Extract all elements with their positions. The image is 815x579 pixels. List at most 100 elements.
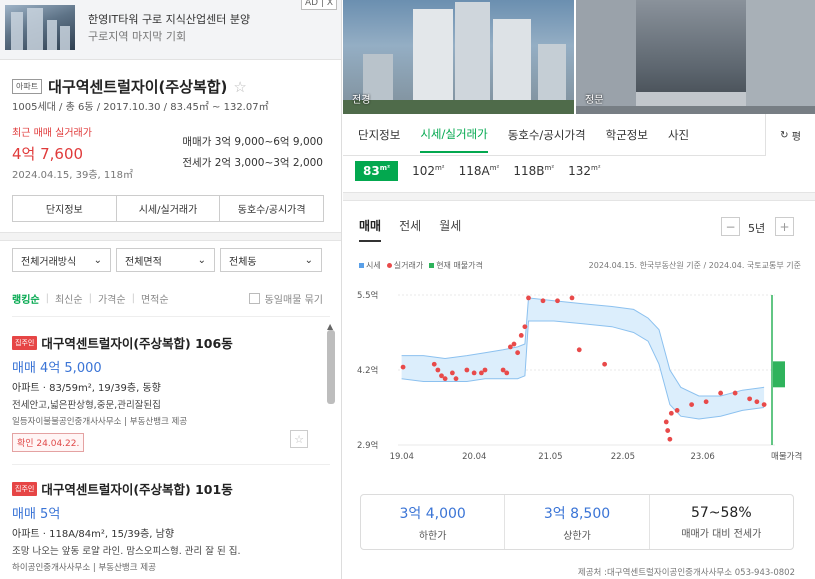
- pyeong-label: 평: [791, 131, 801, 143]
- trade-type-select[interactable]: 전체거래방식 ⌄: [12, 248, 111, 272]
- transaction-point: [703, 399, 709, 405]
- area-unit: m²: [434, 164, 445, 172]
- period-label: 5년: [748, 222, 766, 235]
- sort-area[interactable]: 면적순: [141, 291, 169, 306]
- subtab-jeonse[interactable]: 전세: [399, 217, 421, 242]
- checkbox[interactable]: [248, 293, 260, 304]
- section-divider: [343, 192, 815, 201]
- detail-tabs: 단지정보 시세/실거래가 동호수/공시가격 학군정보 사진: [343, 114, 815, 156]
- tab-school[interactable]: 학군정보: [606, 127, 648, 143]
- area-option-118a[interactable]: 118Am²: [459, 164, 500, 178]
- transaction-point: [761, 402, 767, 408]
- sort-separator: |: [45, 293, 49, 304]
- transaction-point: [482, 367, 488, 373]
- group-same-listings[interactable]: 동일매물 묶기: [248, 291, 323, 306]
- jeonse-range-label: 전세가: [182, 157, 212, 169]
- sort-price[interactable]: 가격순: [98, 291, 126, 306]
- list-item[interactable]: 집주인 대구역센트럴자이(주상복합) 101동 매매 5억 아파트 · 118A/…: [12, 478, 241, 573]
- recent-price: 4억 7,600: [12, 145, 84, 163]
- list-item[interactable]: 집주인 대구역센트럴자이(주상복합) 106동 매매 4억 5,000 아파트 ·…: [12, 332, 233, 452]
- listing-detail: 아파트 · 83/59m², 19/39층, 동향: [12, 383, 161, 394]
- unit-price-button[interactable]: 동호수/공시가격: [220, 196, 323, 221]
- transaction-point: [754, 399, 760, 405]
- zoom-out-button[interactable]: −: [721, 217, 740, 236]
- chevron-down-icon: ⌄: [197, 254, 206, 266]
- listing-agency: 하이공인중개사사무소 | 부동산뱅크 제공: [12, 563, 156, 573]
- favorite-star-icon[interactable]: ☆: [233, 78, 246, 96]
- area-select[interactable]: 전체면적 ⌄: [116, 248, 215, 272]
- listing-price: 매매 4억 5,000: [12, 361, 102, 376]
- complex-info: 1005세대 / 총 6동 / 2017.10.30 / 83.45㎡ ~ 13…: [12, 102, 269, 113]
- pyeong-toggle-button[interactable]: ↻ 평: [765, 114, 815, 156]
- sale-range-value: 3억 9,000~6억 9,000: [214, 136, 323, 148]
- divider: [12, 316, 330, 317]
- gate-photo[interactable]: 정문: [576, 0, 815, 114]
- transaction-point: [453, 376, 459, 382]
- ad-subtitle: 구로지역 마지막 기회: [88, 30, 187, 43]
- sort-ranking[interactable]: 랭킹순: [12, 291, 40, 306]
- scrollbar[interactable]: [327, 330, 335, 404]
- summary-high: 3억 8,500 상한가: [505, 495, 650, 549]
- area-unit: m²: [379, 164, 391, 172]
- chevron-down-icon: ⌄: [304, 254, 313, 266]
- subtab-monthly[interactable]: 월세: [439, 217, 461, 242]
- area-number: 118B: [513, 164, 545, 178]
- area-option-102[interactable]: 102m²: [412, 164, 445, 178]
- y-tick-label: 4.2억: [357, 365, 378, 376]
- complex-button-row: 단지정보 시세/실거래가 동호수/공시가격: [12, 195, 324, 222]
- recent-price-detail: 2024.04.15, 39층, 118㎡: [12, 170, 133, 181]
- transaction-point: [732, 390, 738, 396]
- price-history-button[interactable]: 시세/실거래가: [117, 196, 221, 221]
- area-unit: m²: [489, 164, 500, 172]
- photo-strip: 전경 정문: [343, 0, 815, 114]
- exterior-photo[interactable]: 전경: [343, 0, 574, 114]
- market-band: [401, 297, 765, 419]
- ad-close-icon[interactable]: AD | X: [300, 0, 337, 10]
- legend-listing-label: 현재 매물가격: [436, 261, 483, 270]
- legend-market: 시세: [359, 260, 381, 271]
- summary-low: 3억 4,000 하한가: [361, 495, 506, 549]
- listing-favorite-star-icon[interactable]: ☆: [290, 430, 308, 448]
- area-option-118b[interactable]: 118Bm²: [513, 164, 554, 178]
- tab-price-history[interactable]: 시세/실거래가: [420, 126, 488, 153]
- complex-info-button[interactable]: 단지정보: [13, 196, 117, 221]
- transaction-point: [449, 370, 455, 376]
- listing-description: 조망 나오는 앞동 로얄 라인. 맘스오피스형. 관리 잘 된 집.: [12, 546, 241, 557]
- sale-range-label: 매매가: [182, 136, 212, 148]
- transaction-point: [540, 298, 546, 304]
- ad-banner[interactable]: 한영IT타워 구로 지식산업센터 분양 구로지역 마지막 기회 AD | X: [0, 0, 341, 60]
- legend-listing: 현재 매물가격: [429, 260, 483, 271]
- y-tick-label: 5.5억: [357, 290, 378, 301]
- source-note: 2024.04.15. 한국부동산원 기준 / 2024.04. 국토교통부 기…: [588, 261, 801, 270]
- transaction-point: [518, 332, 524, 338]
- tab-complex-info[interactable]: 단지정보: [358, 127, 400, 143]
- x-end-label: 매물가격: [771, 451, 802, 462]
- transaction-point: [511, 341, 517, 347]
- listing-title: 대구역센트럴자이(주상복합) 106동: [41, 336, 233, 351]
- filter-row: 전체거래방식 ⌄ 전체면적 ⌄ 전체동 ⌄: [12, 248, 322, 272]
- transaction-point: [663, 419, 669, 425]
- summary-low-value: 3억 4,000: [399, 505, 466, 522]
- refresh-icon: ↻: [780, 129, 789, 141]
- trade-subtabs: 매매 전세 월세: [359, 217, 461, 242]
- provider-footer: 제공처 :대구역센트럴자이공인중개사사무소 053-943-0802: [577, 568, 795, 578]
- sort-latest[interactable]: 최신순: [55, 291, 83, 306]
- building-select[interactable]: 전체동 ⌄: [220, 248, 322, 272]
- sort-separator: |: [131, 293, 135, 304]
- transaction-point: [667, 436, 673, 442]
- area-option-83[interactable]: 83m²: [355, 161, 399, 181]
- area-option-132[interactable]: 132m²: [568, 164, 601, 178]
- transaction-point: [555, 298, 560, 304]
- price-summary: 3억 4,000 하한가 3억 8,500 상한가 57~58% 매매가 대비 전세가: [360, 494, 794, 550]
- y-tick-label: 2.9억: [357, 440, 378, 451]
- subtab-sale[interactable]: 매매: [359, 217, 382, 242]
- chart-legend: 시세 실거래가 현재 매물가격: [359, 260, 483, 271]
- zoom-in-button[interactable]: +: [775, 217, 794, 236]
- legend-market-swatch: [359, 263, 364, 268]
- jeonse-range: 전세가 2억 3,000~3억 2,000: [182, 155, 323, 170]
- complex-name: 대구역센트럴자이(주상복합): [48, 78, 228, 96]
- confirmed-date-badge: 확인 24.04.22.: [12, 433, 85, 452]
- price-chart[interactable]: 2.9억 4.2억 5.5억 19.04 20.04 21.05 22.05 23.06 매물가…: [343, 280, 815, 475]
- tab-photos[interactable]: 사진: [668, 127, 689, 143]
- tab-unit-price[interactable]: 동호수/공시가격: [508, 127, 586, 143]
